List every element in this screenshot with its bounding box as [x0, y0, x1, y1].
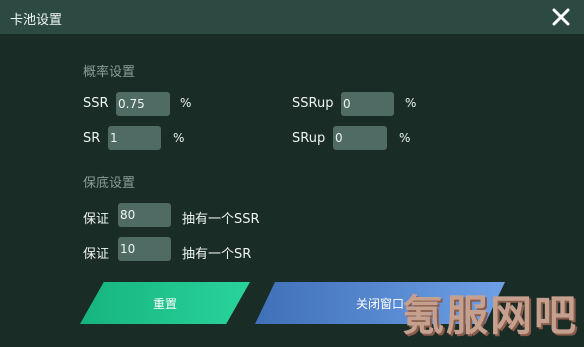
sr-input[interactable]: [108, 126, 161, 150]
guarantee-ssr-input[interactable]: [118, 203, 171, 227]
guarantee-ssr-suffix: 抽有一个SSR: [182, 212, 260, 227]
guarantee-heading: 保底设置: [83, 176, 136, 191]
sr-label: SR: [83, 131, 101, 146]
guarantee-label-sr: 保证: [83, 247, 110, 262]
guarantee-sr-input[interactable]: [118, 237, 171, 261]
ssrup-unit: %: [405, 96, 417, 110]
sr-unit: %: [173, 131, 185, 145]
ssrup-label: SSRup: [292, 96, 334, 111]
srup-label: SRup: [292, 131, 326, 146]
guarantee-label-ssr: 保证: [83, 212, 110, 227]
reset-button[interactable]: 重置: [80, 282, 250, 324]
watermark-logo: 氪服网吧: [401, 291, 578, 340]
probability-heading: 概率设置: [83, 65, 136, 80]
close-window-button-label: 关闭窗口: [355, 296, 404, 311]
ssr-label: SSR: [83, 96, 109, 111]
ssrup-input[interactable]: [341, 92, 394, 116]
window-title: 卡池设置: [10, 13, 63, 28]
close-icon[interactable]: [548, 4, 574, 30]
title-bar: 卡池设置: [0, 0, 584, 34]
ssr-unit: %: [180, 96, 192, 110]
reset-button-label: 重置: [152, 296, 177, 311]
srup-unit: %: [399, 131, 411, 145]
guarantee-sr-suffix: 抽有一个SR: [182, 247, 252, 262]
srup-input[interactable]: [333, 126, 387, 150]
ssr-input[interactable]: [116, 92, 170, 116]
